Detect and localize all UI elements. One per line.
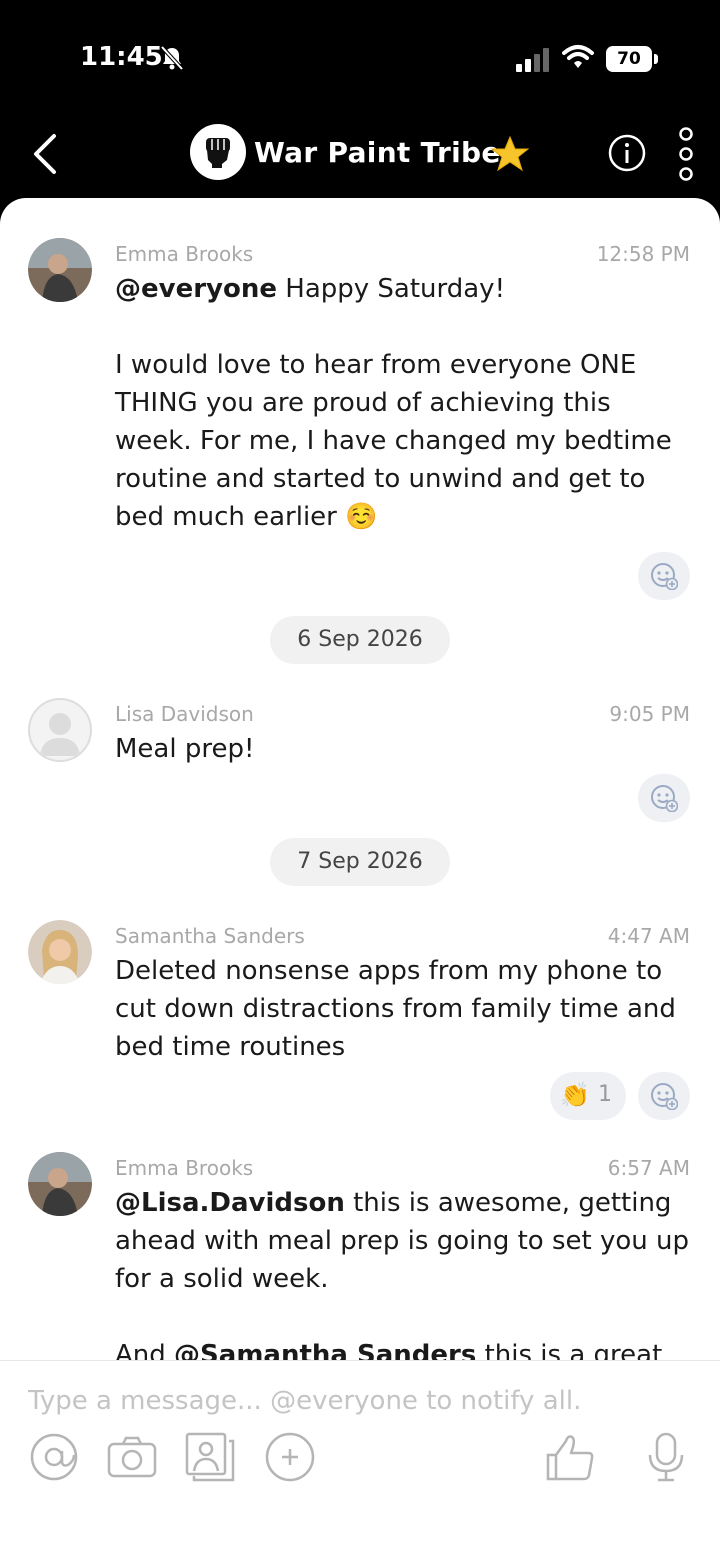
sender-name[interactable]: Emma Brooks	[115, 1156, 253, 1180]
camera-icon[interactable]	[106, 1431, 158, 1483]
wifi-icon	[562, 45, 594, 68]
back-arrow-icon[interactable]	[28, 130, 64, 178]
message-composer	[0, 1360, 720, 1568]
mention-icon[interactable]	[28, 1431, 80, 1483]
message-time: 4:47 AM	[607, 924, 690, 948]
add-emoji-icon	[651, 563, 678, 590]
add-attachment-icon[interactable]	[264, 1431, 316, 1483]
info-icon[interactable]	[608, 134, 646, 172]
avatar[interactable]	[28, 698, 92, 762]
chat-header: War Paint Tribe	[0, 110, 720, 200]
message-time: 9:05 PM	[609, 702, 690, 726]
group-title[interactable]: War Paint Tribe	[254, 136, 501, 169]
sender-name[interactable]: Emma Brooks	[115, 242, 253, 266]
mention[interactable]: @everyone	[115, 274, 277, 304]
default-user-icon	[40, 713, 80, 756]
mention[interactable]: @Samantha Sanders	[174, 1340, 476, 1360]
thumbs-up-icon[interactable]	[544, 1431, 596, 1483]
mention[interactable]: @Lisa.Davidson	[115, 1188, 345, 1218]
add-reaction-button[interactable]	[638, 774, 690, 822]
message-text: Deleted nonsense apps from my phone to c…	[115, 956, 676, 1062]
avatar[interactable]	[28, 238, 92, 302]
add-reaction-button[interactable]	[638, 1072, 690, 1120]
bell-slash-icon	[160, 45, 184, 71]
message-text: @Lisa.Davidson this is awesome, getting …	[115, 1184, 695, 1360]
message-text: @everyone Happy Saturday! I would love t…	[115, 270, 695, 536]
star-icon	[490, 135, 530, 172]
message-time: 12:58 PM	[596, 242, 690, 266]
reaction-pill[interactable]: 👏 1	[550, 1072, 626, 1120]
battery-indicator: 70	[606, 46, 658, 72]
add-reaction-button[interactable]	[638, 552, 690, 600]
add-emoji-icon	[651, 785, 678, 812]
status-bar: 11:45 70	[0, 0, 720, 110]
group-avatar[interactable]	[190, 124, 246, 180]
avatar[interactable]	[28, 920, 92, 984]
message-list[interactable]: Emma Brooks 12:58 PM @everyone Happy Sat…	[0, 198, 720, 1360]
reaction-count: 1	[598, 1082, 612, 1107]
sender-name[interactable]: Samantha Sanders	[115, 924, 305, 948]
raised-fist-icon	[206, 138, 230, 168]
cellular-signal-icon	[516, 48, 549, 72]
message-text: Meal prep!	[115, 734, 255, 764]
microphone-icon[interactable]	[640, 1431, 692, 1483]
message-time: 6:57 AM	[607, 1156, 690, 1180]
status-time: 11:45	[80, 42, 163, 72]
date-separator: 7 Sep 2026	[270, 838, 450, 886]
avatar[interactable]	[28, 1152, 92, 1216]
more-options-icon[interactable]	[676, 126, 696, 182]
sender-name[interactable]: Lisa Davidson	[115, 702, 254, 726]
message-input[interactable]	[28, 1381, 688, 1421]
photo-gallery-icon[interactable]	[184, 1431, 236, 1483]
battery-level: 70	[606, 46, 652, 72]
message-paragraph: And @Samantha Sanders this is a great	[115, 1336, 695, 1360]
reaction-emoji: 👏	[560, 1081, 590, 1109]
message-paragraph: I would love to hear from everyone ONE T…	[115, 350, 672, 532]
add-emoji-icon	[651, 1083, 678, 1110]
date-separator: 6 Sep 2026	[270, 616, 450, 664]
